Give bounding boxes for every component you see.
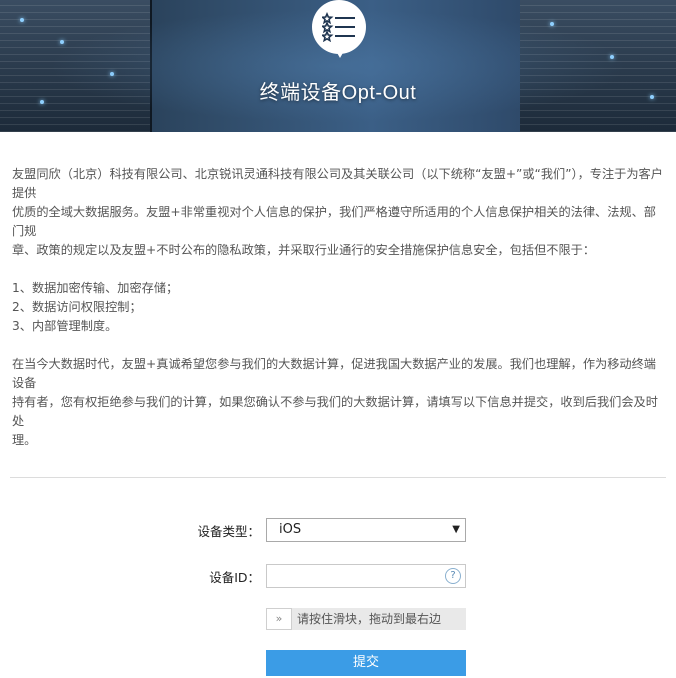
- captcha-slider[interactable]: » 请按住滑块，拖动到最右边: [266, 608, 466, 630]
- policy-text: 友盟同欣（北京）科技有限公司、北京锐讯灵通科技有限公司及其关联公司（以下统称“友…: [0, 165, 676, 450]
- slider-handle[interactable]: »: [266, 608, 292, 630]
- device-type-value: iOS: [279, 522, 302, 537]
- device-id-field[interactable]: ?: [266, 564, 466, 588]
- list-item: 1、数据加密传输、加密存储；: [12, 281, 179, 295]
- star-list-icon: [312, 0, 366, 54]
- slider-instruction: 请按住滑块，拖动到最右边: [297, 612, 442, 626]
- summary-line: 在当今大数据时代，友盟+真诚希望您参与我们的大数据计算，促进我国大数据产业的发展…: [12, 357, 656, 390]
- header-banner: 终端设备Opt-Out: [0, 0, 676, 132]
- summary-line: 持有者，您有权拒绝参与我们的计算，如果您确认不参与我们的大数据计算，请填写以下信…: [12, 395, 658, 428]
- intro-paragraph: 友盟同欣（北京）科技有限公司、北京锐讯灵通科技有限公司及其关联公司（以下统称“友…: [12, 165, 664, 260]
- question-circle-icon[interactable]: ?: [445, 568, 461, 584]
- security-measures-list: 1、数据加密传输、加密存储； 2、数据访问权限控制； 3、内部管理制度。: [12, 279, 664, 336]
- page-title: 终端设备Opt-Out: [259, 82, 417, 104]
- chevron-down-icon: ▼: [452, 524, 460, 535]
- intro-line: 友盟同欣（北京）科技有限公司、北京锐讯灵通科技有限公司及其关联公司（以下统称“友…: [12, 167, 663, 200]
- submit-button[interactable]: 提交: [266, 650, 466, 676]
- intro-line: 章、政策的规定以及友盟+不时公布的隐私政策，并采取行业通行的安全措施保护信息安全…: [12, 243, 596, 257]
- device-type-label: 设备类型：: [197, 524, 260, 539]
- list-item: 2、数据访问权限控制；: [12, 300, 142, 314]
- opt-out-form: 设备类型： iOS ▼ 设备ID： ? » 请按住滑块，拖动到最右边 提交: [0, 478, 676, 678]
- logo: [312, 0, 368, 68]
- summary-paragraph: 在当今大数据时代，友盟+真诚希望您参与我们的大数据计算，促进我国大数据产业的发展…: [12, 355, 664, 450]
- summary-line: 理。: [12, 433, 37, 447]
- device-id-label: 设备ID：: [209, 570, 260, 585]
- list-item: 3、内部管理制度。: [12, 319, 118, 333]
- intro-line: 优质的全域大数据服务。友盟+非常重视对个人信息的保护，我们严格遵守所适用的个人信…: [12, 205, 656, 238]
- device-type-select[interactable]: iOS ▼: [266, 518, 466, 542]
